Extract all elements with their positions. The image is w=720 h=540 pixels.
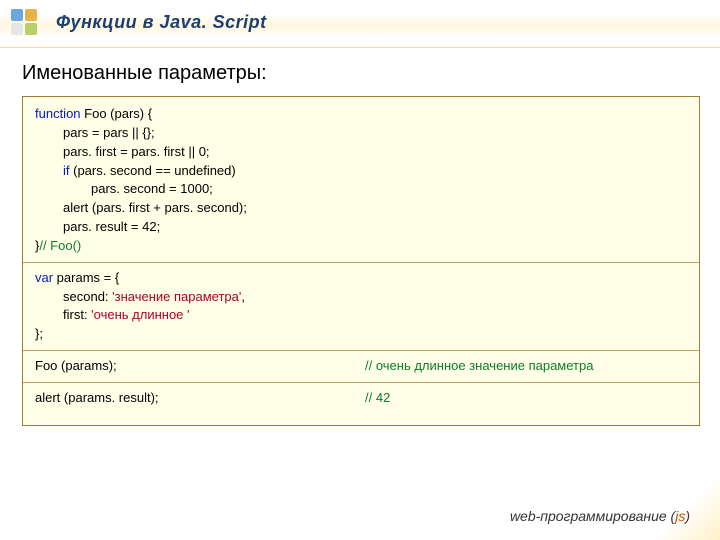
footer-close: ): [685, 508, 690, 524]
divider: [23, 262, 699, 263]
code-line: Foo (params);: [35, 357, 365, 376]
comment: // 42: [365, 389, 687, 408]
divider: [23, 350, 699, 351]
code-text: first:: [63, 307, 91, 322]
code-line: alert (params. result);: [35, 389, 365, 408]
code-text: params = {: [53, 270, 119, 285]
footer-js: js: [675, 508, 685, 524]
code-row: Foo (params); // очень длинное значение …: [35, 357, 687, 376]
divider: [23, 382, 699, 383]
code-line: pars = pars || {};: [35, 124, 687, 143]
code-text: ,: [241, 289, 245, 304]
code-row: alert (params. result); // 42: [35, 389, 687, 408]
footer-text: web-программирование (js): [510, 508, 690, 524]
code-text: second:: [63, 289, 112, 304]
footer-label: web-программирование (: [510, 508, 675, 524]
code-line: if (pars. second == undefined): [35, 162, 687, 181]
code-line: }// Foo(): [35, 237, 687, 256]
slide-title: Функции в Java. Script: [56, 12, 267, 33]
code-text: Foo (pars) {: [81, 106, 153, 121]
code-line: pars. second = 1000;: [35, 180, 687, 199]
string-literal: 'очень длинное ': [91, 307, 189, 322]
string-literal: 'значение параметра': [112, 289, 241, 304]
code-line: alert (pars. first + pars. second);: [35, 199, 687, 218]
code-line: first: 'очень длинное ': [35, 306, 687, 325]
logo-icon: [10, 8, 38, 36]
corner-decoration: [620, 470, 720, 540]
code-line: pars. first = pars. first || 0;: [35, 143, 687, 162]
code-box: function Foo (pars) { pars = pars || {};…: [22, 96, 700, 426]
keyword: var: [35, 270, 53, 285]
code-line: var params = {: [35, 269, 687, 288]
code-line: };: [35, 325, 687, 344]
code-text: (pars. second == undefined): [70, 163, 236, 178]
comment: // очень длинное значение параметра: [365, 357, 687, 376]
keyword: function: [35, 106, 81, 121]
section-subtitle: Именованные параметры:: [22, 62, 267, 85]
code-line: pars. result = 42;: [35, 218, 687, 237]
code-line: second: 'значение параметра',: [35, 288, 687, 307]
comment: // Foo(): [39, 238, 81, 253]
code-line: function Foo (pars) {: [35, 105, 687, 124]
